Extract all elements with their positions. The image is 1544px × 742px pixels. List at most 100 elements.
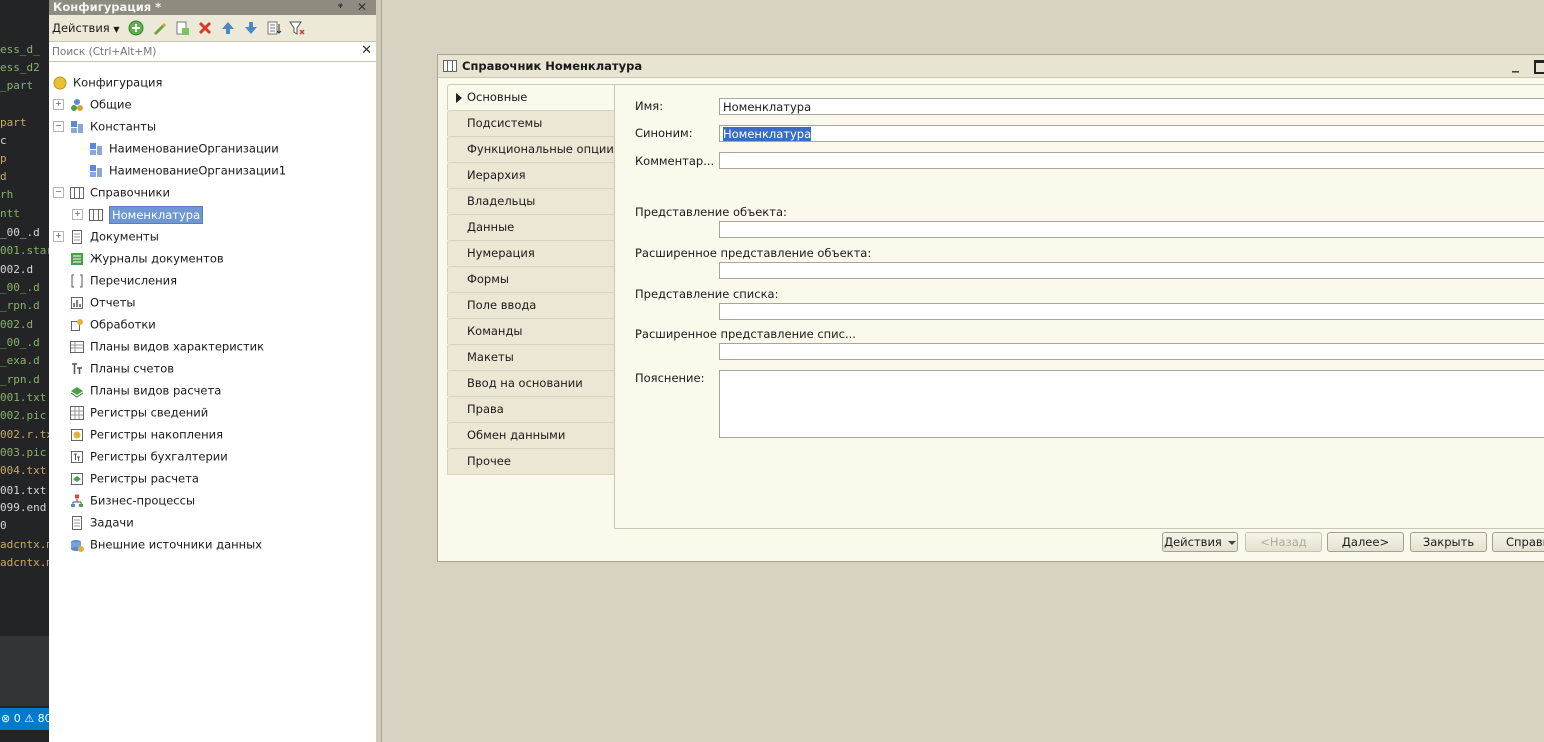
section-tabs: Основные Подсистемы Функциональные опции Ие… bbox=[447, 84, 615, 475]
actions-menu[interactable]: Действия ▼ bbox=[52, 21, 120, 35]
tab-item[interactable]: Иерархия bbox=[447, 162, 615, 188]
help-button[interactable]: Справка bbox=[1492, 532, 1544, 552]
editor-line: adcntx.m bbox=[0, 556, 49, 569]
expand-toggle-icon[interactable]: + bbox=[53, 231, 64, 242]
tree-item[interactable]: − Константы bbox=[53, 116, 156, 136]
tree-item[interactable]: Отчеты bbox=[53, 292, 135, 312]
object-representation-field[interactable] bbox=[719, 221, 1544, 238]
tab-content: Имя: Номенклатура Синоним: Номенклатура … bbox=[614, 84, 1544, 529]
minimize-button[interactable]: _ bbox=[1512, 57, 1519, 73]
tree-item-label: НаименованиеОрганизации bbox=[109, 141, 279, 156]
tree-item[interactable]: НаименованиеОрганизации1 bbox=[89, 160, 286, 180]
tab-label: Прочее bbox=[467, 454, 511, 468]
comment-field[interactable] bbox=[719, 152, 1544, 169]
panel-splitter[interactable] bbox=[376, 0, 382, 742]
tree-item[interactable]: + Номенклатура bbox=[72, 204, 204, 224]
search-clear-button[interactable]: ✕ bbox=[361, 43, 372, 58]
extended-list-representation-field[interactable] bbox=[719, 343, 1544, 360]
editor-line: 003.pic. bbox=[0, 446, 49, 459]
expand-toggle-icon[interactable]: − bbox=[53, 187, 64, 198]
tree-item[interactable]: + Общие bbox=[53, 94, 132, 114]
tab-item[interactable]: Обмен данными bbox=[447, 422, 615, 448]
panel-title-bar: Конфигурация * ᵠ ✕ bbox=[49, 0, 376, 15]
tree-item[interactable]: Журналы документов bbox=[53, 248, 224, 268]
tree-item[interactable]: − Справочники bbox=[53, 182, 170, 202]
tab-item[interactable]: Нумерация bbox=[447, 240, 615, 266]
editor-line: d bbox=[0, 170, 7, 183]
tree-item-label: Регистры расчета bbox=[90, 471, 199, 486]
tree-item[interactable]: Регистры расчета bbox=[53, 468, 199, 488]
tree-item-label: Планы счетов bbox=[90, 361, 175, 376]
tab-item[interactable]: Подсистемы bbox=[447, 110, 615, 136]
tree-item[interactable]: Регистры бухгалтерии bbox=[53, 446, 228, 466]
tab-item[interactable]: Макеты bbox=[447, 344, 615, 370]
tree-item-label: Справочники bbox=[90, 185, 170, 200]
tree-item[interactable]: Регистры сведений bbox=[53, 402, 208, 422]
editor-line: 002.d bbox=[0, 263, 34, 276]
editor-line: _rpn.d bbox=[0, 373, 40, 386]
tree-item[interactable]: Регистры накопления bbox=[53, 424, 223, 444]
name-label: Имя: bbox=[635, 99, 664, 113]
tab-item[interactable]: Команды bbox=[447, 318, 615, 344]
delete-icon[interactable] bbox=[196, 19, 214, 37]
tab-item[interactable]: Прочее bbox=[447, 448, 615, 475]
editor-line: _00_.d bbox=[0, 281, 40, 294]
tab-item[interactable]: Данные bbox=[447, 214, 615, 240]
tree-item[interactable]: Задачи bbox=[53, 512, 134, 532]
explanation-field[interactable] bbox=[719, 370, 1544, 438]
editor-line: c bbox=[0, 134, 7, 147]
name-field[interactable]: Номенклатура bbox=[719, 98, 1544, 115]
tree-item[interactable]: Внешние источники данных bbox=[53, 534, 262, 554]
tree-item-icon bbox=[70, 447, 90, 467]
editor-line: p bbox=[0, 152, 7, 165]
tree-item-label: Отчеты bbox=[90, 295, 136, 310]
pin-icon[interactable]: ᵠ bbox=[338, 1, 343, 15]
tree-item[interactable]: НаименованиеОрганизации bbox=[89, 138, 279, 158]
tab-item[interactable]: Поле ввода bbox=[447, 292, 615, 318]
tree-item[interactable]: Планы видов расчета bbox=[53, 380, 221, 400]
back-button[interactable]: <Назад bbox=[1245, 532, 1322, 552]
expand-toggle-icon[interactable]: + bbox=[72, 209, 83, 220]
tab-label: Обмен данными bbox=[467, 428, 566, 442]
sort-icon[interactable] bbox=[265, 19, 283, 37]
expand-toggle-icon[interactable]: − bbox=[53, 121, 64, 132]
tree-item-icon bbox=[70, 183, 90, 203]
add-icon[interactable] bbox=[127, 19, 145, 37]
next-button[interactable]: Далее> bbox=[1327, 532, 1404, 552]
filter-icon[interactable] bbox=[288, 19, 306, 37]
move-up-icon[interactable] bbox=[219, 19, 237, 37]
actions-button[interactable]: Действия bbox=[1162, 532, 1238, 552]
editor-line: _00_.d bbox=[0, 336, 40, 349]
edit-icon[interactable] bbox=[150, 19, 168, 37]
tree-item[interactable]: Перечисления bbox=[53, 270, 177, 290]
tree-item[interactable]: + Документы bbox=[53, 226, 159, 246]
editor-line: _00_.d bbox=[0, 226, 40, 239]
copy-icon[interactable] bbox=[173, 19, 191, 37]
tree-item[interactable]: Бизнес-процессы bbox=[53, 490, 195, 510]
tree-item-icon bbox=[70, 293, 90, 313]
tree-item[interactable]: Конфигурация bbox=[53, 72, 162, 92]
tree-item-label: НаименованиеОрганизации1 bbox=[109, 163, 287, 178]
move-down-icon[interactable] bbox=[242, 19, 260, 37]
tab-item[interactable]: Формы bbox=[447, 266, 615, 292]
panel-close-button[interactable]: ✕ bbox=[357, 0, 367, 14]
tree-item[interactable]: Планы счетов bbox=[53, 358, 174, 378]
tab-item[interactable]: Ввод на основании bbox=[447, 370, 615, 396]
synonym-field[interactable]: Номенклатура bbox=[719, 125, 1544, 142]
extended-object-representation-field[interactable] bbox=[719, 262, 1544, 279]
tree-item-label: Журналы документов bbox=[90, 251, 224, 266]
close-button[interactable]: Закрыть bbox=[1410, 532, 1487, 552]
list-representation-field[interactable] bbox=[719, 303, 1544, 320]
tab-item[interactable]: Владельцы bbox=[447, 188, 615, 214]
tab-item[interactable]: Функциональные опции bbox=[447, 136, 615, 162]
tab-item[interactable]: Основные bbox=[447, 84, 615, 110]
tab-item[interactable]: Права bbox=[447, 396, 615, 422]
tree-item[interactable]: Планы видов характеристик bbox=[53, 336, 264, 356]
expand-toggle-icon[interactable]: + bbox=[53, 99, 64, 110]
maximize-button[interactable] bbox=[1534, 60, 1544, 74]
editor-line: rh bbox=[0, 188, 14, 201]
background-editor-strip: ess_d_ ess_d2 _part part c p d rh ntt _00_.d 001.s… bbox=[0, 0, 49, 742]
search-input[interactable] bbox=[49, 44, 354, 59]
tree-item-label: Константы bbox=[90, 119, 157, 134]
tree-item[interactable]: Обработки bbox=[53, 314, 156, 334]
